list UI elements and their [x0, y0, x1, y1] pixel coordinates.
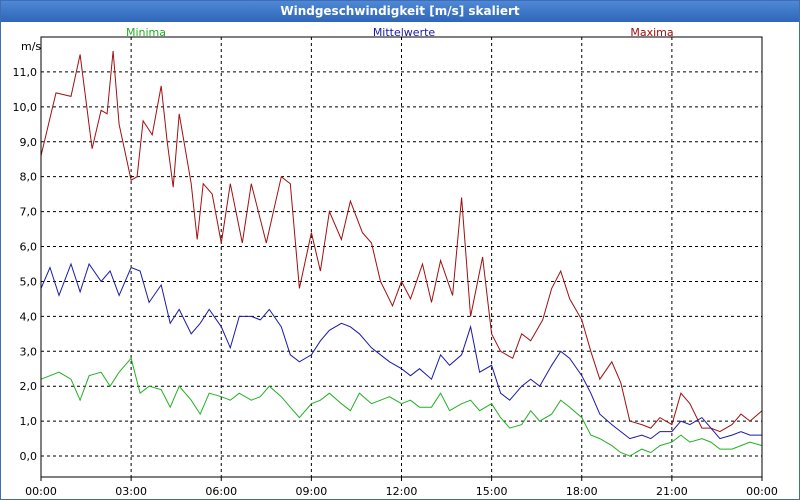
grid-lines — [40, 37, 763, 481]
y-tick-label: 0,0 — [20, 450, 38, 463]
y-tick-label: 3,0 — [20, 345, 38, 358]
y-tick-label: 5,0 — [20, 275, 38, 288]
x-tick-time: 03:00 — [115, 485, 147, 498]
y-tick-label: 2,0 — [20, 380, 38, 393]
y-tick-labels: 0,0 1,0 2,0 3,0 4,0 5,0 6,0 7,0 8,0 9,0 10,0 11,0 — [13, 66, 38, 463]
y-tick-label: 4,0 — [20, 310, 38, 323]
x-tick-time: 09:00 — [296, 485, 328, 498]
x-tick-time: 21:00 — [656, 485, 688, 498]
y-tick-label: 9,0 — [20, 136, 38, 149]
y-tick-label: 6,0 — [20, 241, 38, 254]
y-tick-label: 8,0 — [20, 171, 38, 184]
x-tick-time: 12:00 — [386, 485, 418, 498]
x-tick-time: 18:00 — [566, 485, 598, 498]
x-tick-time: 00:00 — [25, 485, 57, 498]
y-tick-label: 10,0 — [13, 101, 38, 114]
chart-window: Windgeschwindigkeit [m/s] skaliert Minim… — [0, 0, 800, 500]
y-axis-unit: m/s — [21, 40, 41, 53]
wind-speed-chart: Minima Mittelwerte Maxima m/s 0,01,02,03… — [13, 26, 778, 498]
x-tick-time: 00:00 — [746, 485, 778, 498]
x-tick-time: 06:00 — [205, 485, 237, 498]
x-tick-time: 15:00 — [476, 485, 508, 498]
y-tick-label: 11,0 — [13, 66, 38, 79]
y-tick-label: 7,0 — [20, 206, 38, 219]
x-tick-labels: 00:0028.12.1603:0028.12.1606:0028.12.160… — [25, 485, 778, 498]
window-title: Windgeschwindigkeit [m/s] skaliert — [1, 1, 799, 22]
y-tick-label: 1,0 — [20, 415, 38, 428]
